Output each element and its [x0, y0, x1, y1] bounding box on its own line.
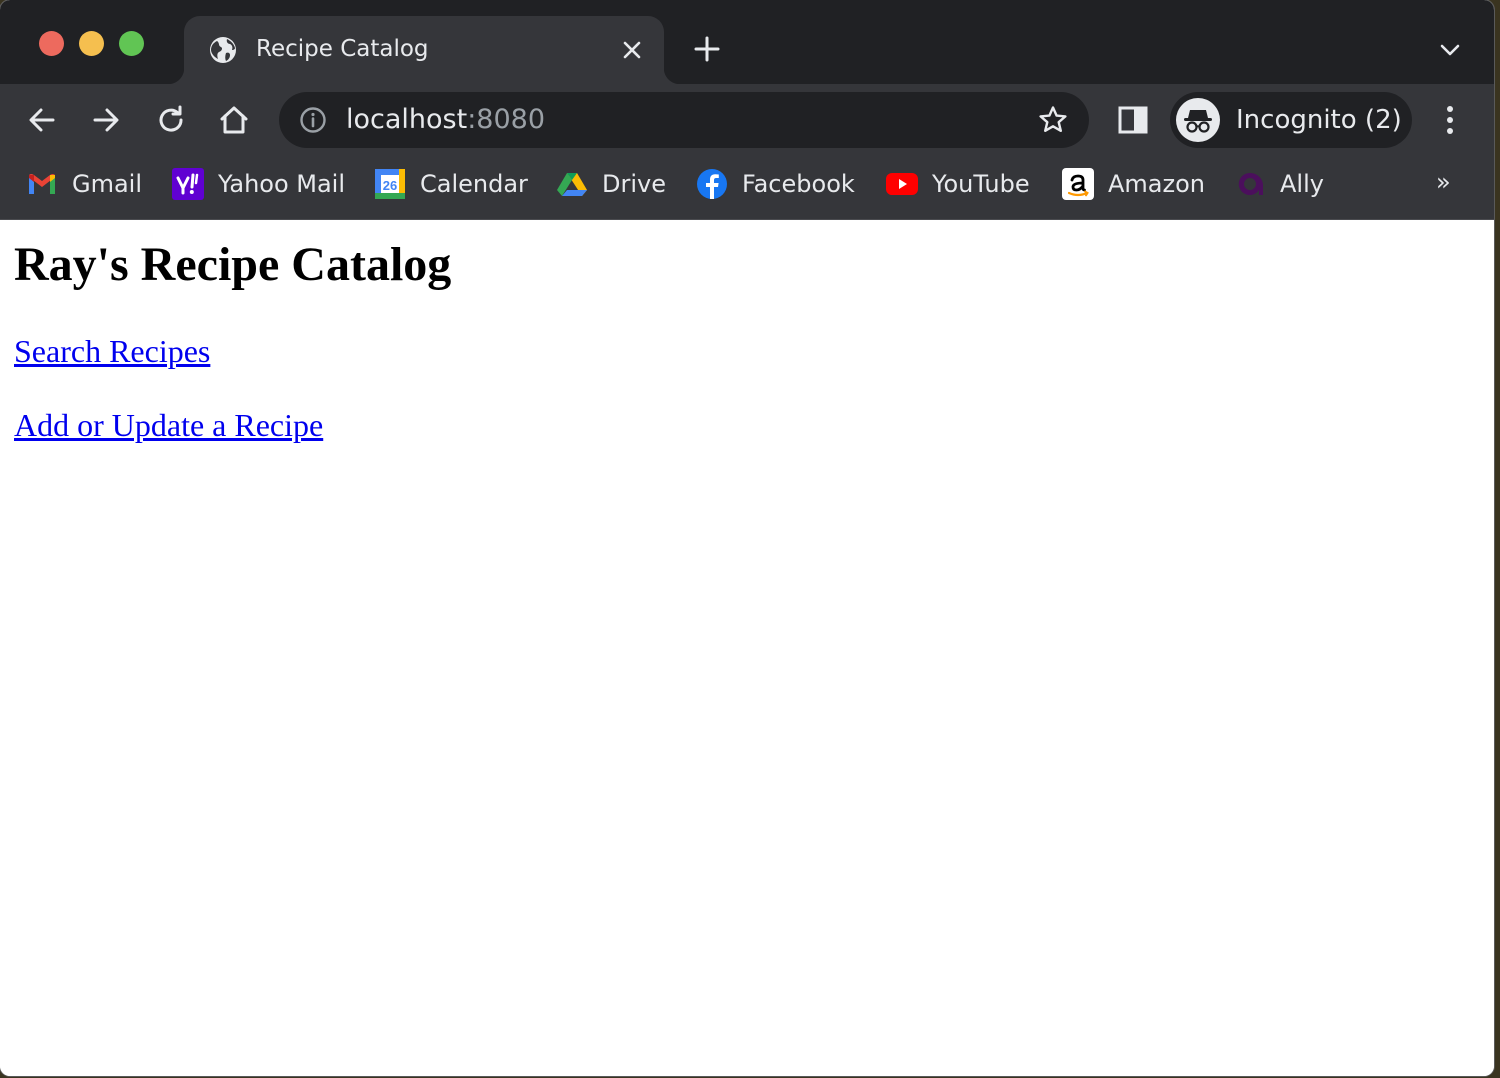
maximize-window-button[interactable] — [119, 31, 144, 56]
bookmark-youtube[interactable]: YouTube — [886, 168, 1030, 200]
url-host: localhost — [346, 104, 468, 135]
calendar-icon: 26 — [375, 169, 405, 199]
address-bar[interactable]: localhost:8080 — [279, 92, 1089, 148]
bookmark-drive[interactable]: Drive — [556, 168, 666, 200]
bookmark-label: Facebook — [742, 170, 855, 198]
bookmark-ally[interactable]: Ally — [1234, 168, 1324, 200]
url-port: :8080 — [467, 104, 546, 135]
browser-window: Recipe Catalog localhost:8080 Incognito … — [0, 0, 1494, 1076]
info-icon[interactable] — [299, 106, 327, 134]
globe-icon — [210, 37, 236, 63]
bookmark-label: Gmail — [72, 170, 143, 198]
bookmark-label: YouTube — [932, 170, 1030, 198]
bookmark-amazon[interactable]: Amazon — [1062, 168, 1205, 200]
bookmark-label: Yahoo Mail — [218, 170, 346, 198]
page-content: Ray's Recipe Catalog Search Recipes Add … — [0, 221, 1494, 1076]
minimize-window-button[interactable] — [79, 31, 104, 56]
forward-arrow-icon[interactable] — [88, 102, 124, 138]
incognito-profile-button[interactable]: Incognito (2) — [1170, 92, 1412, 148]
avatar — [1176, 98, 1220, 142]
side-panel-icon[interactable] — [1116, 104, 1150, 136]
bookmark-label: Amazon — [1108, 170, 1205, 198]
incognito-icon — [1184, 110, 1212, 133]
bookmark-gmail[interactable]: Gmail — [26, 168, 142, 200]
add-update-recipe-link[interactable]: Add or Update a Recipe — [14, 407, 323, 444]
amazon-icon — [1062, 168, 1094, 200]
new-tab-icon[interactable] — [692, 34, 722, 64]
bookmark-star-icon[interactable] — [1037, 104, 1069, 136]
tab-title: Recipe Catalog — [256, 36, 429, 62]
drive-icon — [557, 173, 587, 196]
bookmark-calendar[interactable]: 26 Calendar — [374, 168, 528, 200]
bookmarks-overflow-button[interactable]: » — [1436, 168, 1451, 196]
close-tab-icon[interactable] — [618, 36, 646, 64]
tab-strip: Recipe Catalog — [0, 0, 1494, 84]
more-menu-icon[interactable] — [1436, 102, 1464, 138]
profile-label: Incognito (2) — [1236, 105, 1402, 135]
url-text[interactable]: localhost:8080 — [346, 104, 545, 135]
tab-recipe-catalog[interactable]: Recipe Catalog — [168, 16, 680, 84]
toolbar: localhost:8080 Incognito (2) — [0, 84, 1494, 156]
reload-icon[interactable] — [153, 102, 189, 138]
calendar-day: 26 — [383, 178, 397, 193]
facebook-icon — [697, 169, 727, 199]
home-icon[interactable] — [216, 102, 252, 138]
bookmark-label: Calendar — [420, 170, 528, 198]
bookmark-yahoo-mail[interactable]: Yahoo Mail — [172, 168, 345, 200]
yahoo-icon — [172, 168, 204, 200]
back-arrow-icon[interactable] — [24, 102, 60, 138]
bookmark-label: Drive — [602, 170, 666, 198]
bookmark-label: Ally — [1280, 170, 1324, 198]
ally-icon — [1238, 172, 1263, 195]
youtube-icon — [886, 173, 918, 195]
gmail-icon — [29, 174, 55, 194]
bookmark-facebook[interactable]: Facebook — [696, 168, 855, 200]
close-window-button[interactable] — [39, 31, 64, 56]
bookmarks-bar: Gmail Yahoo Mail 26 Calendar Drive Faceb… — [0, 156, 1494, 220]
search-recipes-link[interactable]: Search Recipes — [14, 333, 210, 370]
page-title: Ray's Recipe Catalog — [14, 238, 452, 291]
chevron-down-icon[interactable] — [1436, 38, 1464, 62]
